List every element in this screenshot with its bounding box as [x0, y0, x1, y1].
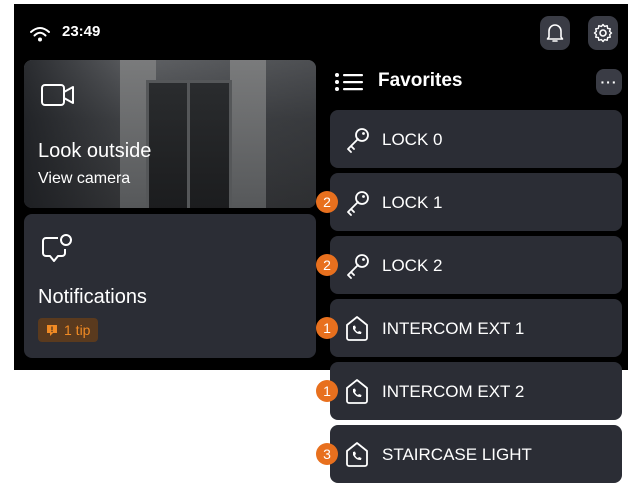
phone-house-icon — [346, 316, 368, 341]
favorite-item-label: LOCK 0 — [382, 130, 443, 149]
bell-icon — [546, 24, 564, 42]
notifications-button[interactable] — [540, 16, 570, 50]
more-icon: ··· — [600, 74, 618, 90]
notifications-card[interactable]: Notifications 1 tip — [24, 214, 316, 358]
favorite-item-label: STAIRCASE LIGHT — [382, 445, 532, 464]
count-badge: 2 — [316, 191, 338, 213]
gear-icon — [593, 23, 613, 43]
settings-button[interactable] — [588, 16, 618, 50]
favorite-item-label: INTERCOM EXT 1 — [382, 319, 525, 338]
phone-house-icon — [346, 442, 368, 467]
notifications-card-title: Notifications — [38, 286, 147, 308]
list-icon — [335, 73, 363, 91]
favorite-item-label: LOCK 2 — [382, 256, 443, 275]
favorite-item-label: LOCK 1 — [382, 193, 443, 212]
favorite-item-intercom-ext-1[interactable]: 1 INTERCOM EXT 1 — [316, 299, 622, 357]
favorites-header: Favorites ··· — [334, 66, 628, 96]
count-badge: 1 — [316, 380, 338, 402]
favorite-item-lock-1[interactable]: 2 LOCK 1 — [316, 173, 622, 231]
camera-card-subtitle: View camera — [38, 170, 131, 187]
key-icon — [347, 254, 369, 279]
phone-house-icon — [346, 379, 368, 404]
camera-preview-pillar — [230, 60, 266, 208]
favorite-item-intercom-ext-2[interactable]: 1 INTERCOM EXT 2 — [316, 362, 622, 420]
wifi-icon — [30, 27, 50, 42]
camera-card-title: Look outside — [38, 140, 152, 162]
tip-badge[interactable]: 1 tip — [38, 318, 99, 342]
count-badge: 1 — [316, 317, 338, 339]
tip-badge-label: 1 tip — [64, 322, 91, 338]
key-icon — [347, 128, 369, 153]
clock-time: 23:49 — [62, 23, 101, 40]
video-camera-icon — [41, 84, 74, 106]
camera-card[interactable]: Look outside View camera — [24, 60, 316, 208]
favorites-title: Favorites — [378, 70, 463, 91]
favorite-item-staircase-light[interactable]: 3 STAIRCASE LIGHT — [316, 425, 622, 483]
count-badge: 2 — [316, 254, 338, 276]
favorite-item-lock-0[interactable]: LOCK 0 — [330, 110, 622, 168]
chat-bubble-icon — [42, 234, 72, 262]
favorite-item-label: INTERCOM EXT 2 — [382, 382, 525, 401]
favorites-more-button[interactable]: ··· — [596, 69, 622, 95]
count-badge: 3 — [316, 443, 338, 465]
key-icon — [347, 191, 369, 216]
status-bar: 23:49 — [14, 4, 628, 56]
favorite-item-lock-2[interactable]: 2 LOCK 2 — [316, 236, 622, 294]
exclamation-bubble-icon — [47, 324, 57, 336]
camera-preview-door — [146, 80, 232, 208]
